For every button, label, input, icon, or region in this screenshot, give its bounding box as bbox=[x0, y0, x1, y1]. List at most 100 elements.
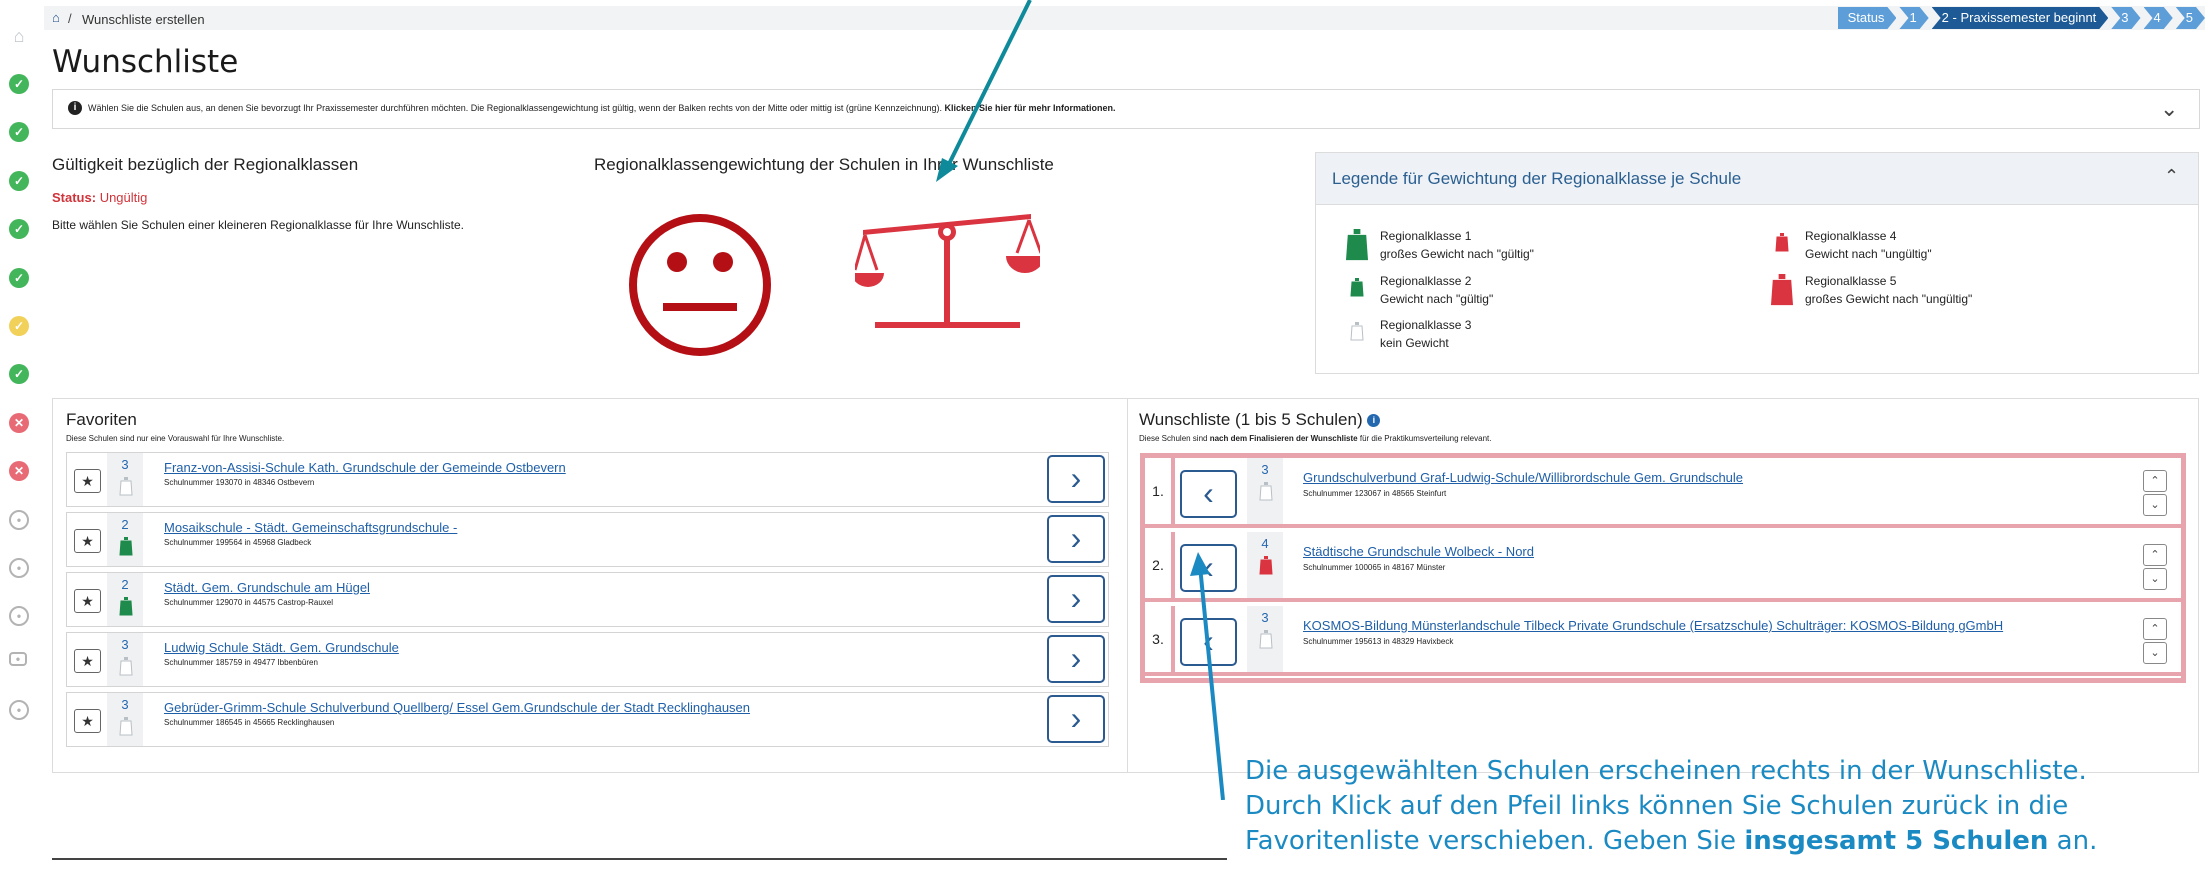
step-indicator: Status 1 2 - Praxissemester beginnt 3 4 5 bbox=[1835, 7, 2205, 29]
regional-class-box: 3 bbox=[1247, 458, 1283, 524]
status-value: Ungültig bbox=[99, 190, 148, 205]
school-number: Schulnummer 185759 in 49477 Ibbenbüren bbox=[164, 658, 318, 667]
chevron-up-icon[interactable]: ⌃ bbox=[2164, 166, 2179, 187]
move-down-button[interactable]: ⌄ bbox=[2143, 568, 2167, 590]
star-button[interactable]: ★ bbox=[74, 589, 101, 613]
favorites-title: Favoriten bbox=[66, 410, 137, 429]
wishlist-subtitle: Diese Schulen sind nach dem Finalisieren… bbox=[1139, 434, 1492, 443]
wishlist-title: Wunschliste (1 bis 5 Schulen) i bbox=[1139, 410, 1381, 430]
regional-class-number: 2 bbox=[121, 517, 129, 532]
weight-icon bbox=[119, 477, 133, 496]
check-icon[interactable]: ✓ bbox=[9, 364, 29, 384]
check-icon[interactable]: ✓ bbox=[9, 171, 29, 191]
legend-item: Regionalklasse 4 Gewicht nach "ungültig" bbox=[1805, 229, 1932, 261]
school-link[interactable]: Franz-von-Assisi-Schule Kath. Grundschul… bbox=[164, 460, 566, 475]
star-button[interactable]: ★ bbox=[74, 469, 101, 493]
weight-icon-rk3 bbox=[1350, 322, 1364, 346]
weight-icon-rk2 bbox=[1350, 278, 1364, 302]
step-1[interactable]: 1 bbox=[1899, 7, 1928, 29]
home-icon[interactable]: ⌂ bbox=[52, 10, 60, 25]
favorite-row: ★ 3 Franz-von-Assisi-Schule Kath. Grundsch… bbox=[66, 452, 1109, 507]
weight-icon bbox=[119, 597, 133, 616]
move-up-button[interactable]: ⌃ bbox=[2143, 544, 2167, 566]
legend-item: Regionalklasse 2 Gewicht nach "gültig" bbox=[1380, 274, 1494, 306]
page-title: Wunschliste bbox=[52, 44, 239, 80]
wishlist-row: 3.‹3KOSMOS-Bildung Münsterlandschule Til… bbox=[1145, 606, 2181, 676]
move-to-wishlist-button[interactable]: › bbox=[1047, 575, 1105, 623]
star-button[interactable]: ★ bbox=[74, 649, 101, 673]
weight-icon bbox=[119, 537, 133, 556]
school-link[interactable]: Gebrüder-Grimm-Schule Schulverbund Quell… bbox=[164, 700, 750, 715]
check-icon[interactable]: ✓ bbox=[9, 74, 29, 94]
school-link[interactable]: Grundschulverbund Graf-Ludwig-Schule/Wil… bbox=[1303, 470, 1743, 485]
school-number: Schulnummer 199564 in 45968 Gladbeck bbox=[164, 538, 312, 547]
chat-icon[interactable]: • bbox=[9, 652, 27, 666]
info-icon[interactable]: i bbox=[1367, 414, 1381, 428]
check-icon[interactable]: ✓ bbox=[9, 219, 29, 239]
star-icon: ★ bbox=[81, 593, 94, 609]
info-icon: i bbox=[68, 101, 82, 115]
move-down-button[interactable]: ⌄ bbox=[2143, 494, 2167, 516]
school-link[interactable]: Städtische Grundschule Wolbeck - Nord bbox=[1303, 544, 1534, 559]
callout-text: Die ausgewählten Schulen erscheinen rech… bbox=[1245, 756, 2098, 856]
legend-item: Regionalklasse 1 großes Gewicht nach "gül… bbox=[1380, 229, 1534, 261]
move-to-wishlist-button[interactable]: › bbox=[1047, 455, 1105, 503]
star-button[interactable]: ★ bbox=[74, 709, 101, 733]
favorite-row: ★ 3 Gebrüder-Grimm-Schule Schulverbund Que… bbox=[66, 692, 1109, 747]
favorite-row: ★ 3 Ludwig Schule Städt. Gem. Grundschule S… bbox=[66, 632, 1109, 687]
school-number: Schulnummer 100065 in 48167 Münster bbox=[1303, 563, 1446, 572]
chevron-right-icon: › bbox=[1070, 700, 1082, 736]
regional-class-box: 2 bbox=[107, 513, 143, 566]
chevron-down-icon: ⌄ bbox=[2150, 499, 2160, 511]
star-icon: ★ bbox=[81, 473, 94, 489]
check-icon[interactable]: ✓ bbox=[9, 268, 29, 288]
school-link[interactable]: Mosaikschule - Städt. Gemeinschaftsgrund… bbox=[164, 520, 457, 535]
move-to-favorites-button[interactable]: ‹ bbox=[1180, 470, 1237, 518]
wishlist-position: 2. bbox=[1145, 532, 1175, 598]
school-link[interactable]: Ludwig Schule Städt. Gem. Grundschule bbox=[164, 640, 399, 655]
move-to-wishlist-button[interactable]: › bbox=[1047, 635, 1105, 683]
star-button[interactable]: ★ bbox=[74, 529, 101, 553]
regional-class-box: 3 bbox=[107, 453, 143, 506]
error-icon[interactable]: ✕ bbox=[9, 461, 29, 481]
regional-class-number: 2 bbox=[121, 577, 129, 592]
chevron-down-icon[interactable]: ⌄ bbox=[2160, 96, 2178, 122]
school-link[interactable]: Städt. Gem. Grundschule am Hügel bbox=[164, 580, 370, 595]
regional-class-number: 3 bbox=[121, 637, 129, 652]
warning-check-icon[interactable]: ✓ bbox=[9, 316, 29, 336]
check-icon[interactable]: ✓ bbox=[9, 122, 29, 142]
step-2[interactable]: 2 - Praxissemester beginnt bbox=[1932, 7, 2109, 29]
pending-icon[interactable]: • bbox=[9, 510, 29, 530]
move-down-button[interactable]: ⌄ bbox=[2143, 642, 2167, 664]
move-up-button[interactable]: ⌃ bbox=[2143, 618, 2167, 640]
pending-icon[interactable]: • bbox=[9, 606, 29, 626]
step-4[interactable]: 4 bbox=[2144, 7, 2173, 29]
legend-item: Regionalklasse 5 großes Gewicht nach "ung… bbox=[1805, 274, 1973, 306]
chevron-right-icon: › bbox=[1070, 520, 1082, 556]
regional-class-box: 3 bbox=[107, 633, 143, 686]
move-to-wishlist-button[interactable]: › bbox=[1047, 515, 1105, 563]
chevron-right-icon: › bbox=[1070, 640, 1082, 676]
regional-class-number: 4 bbox=[1261, 536, 1269, 551]
chevron-down-icon: ⌄ bbox=[2150, 647, 2160, 659]
step-3[interactable]: 3 bbox=[2111, 7, 2140, 29]
pending-icon[interactable]: • bbox=[9, 558, 29, 578]
move-up-button[interactable]: ⌃ bbox=[2143, 470, 2167, 492]
school-link[interactable]: KOSMOS-Bildung Münsterlandschule Tilbeck… bbox=[1303, 618, 2003, 633]
regional-class-number: 3 bbox=[121, 697, 129, 712]
status-text: Status: Ungültig bbox=[52, 190, 148, 205]
school-number: Schulnummer 186545 in 45665 Recklinghaus… bbox=[164, 718, 335, 727]
regional-class-number: 3 bbox=[121, 457, 129, 472]
pending-icon[interactable]: • bbox=[9, 700, 29, 720]
progress-rail: ⌂ ✓ ✓ ✓ ✓ ✓ ✓ ✓ ✕ ✕ • • • • • bbox=[0, 0, 34, 870]
step-5[interactable]: 5 bbox=[2176, 7, 2205, 29]
error-icon[interactable]: ✕ bbox=[9, 413, 29, 433]
step-status[interactable]: Status bbox=[1838, 7, 1897, 29]
regional-class-box: 4 bbox=[1247, 532, 1283, 598]
chevron-up-icon: ⌃ bbox=[2150, 623, 2160, 635]
school-number: Schulnummer 195613 in 48329 Havixbeck bbox=[1303, 637, 1454, 646]
school-number: Schulnummer 129070 in 44575 Castrop-Raux… bbox=[164, 598, 333, 607]
move-to-wishlist-button[interactable]: › bbox=[1047, 695, 1105, 743]
star-icon: ★ bbox=[81, 533, 94, 549]
home-icon[interactable]: ⌂ bbox=[9, 26, 29, 46]
